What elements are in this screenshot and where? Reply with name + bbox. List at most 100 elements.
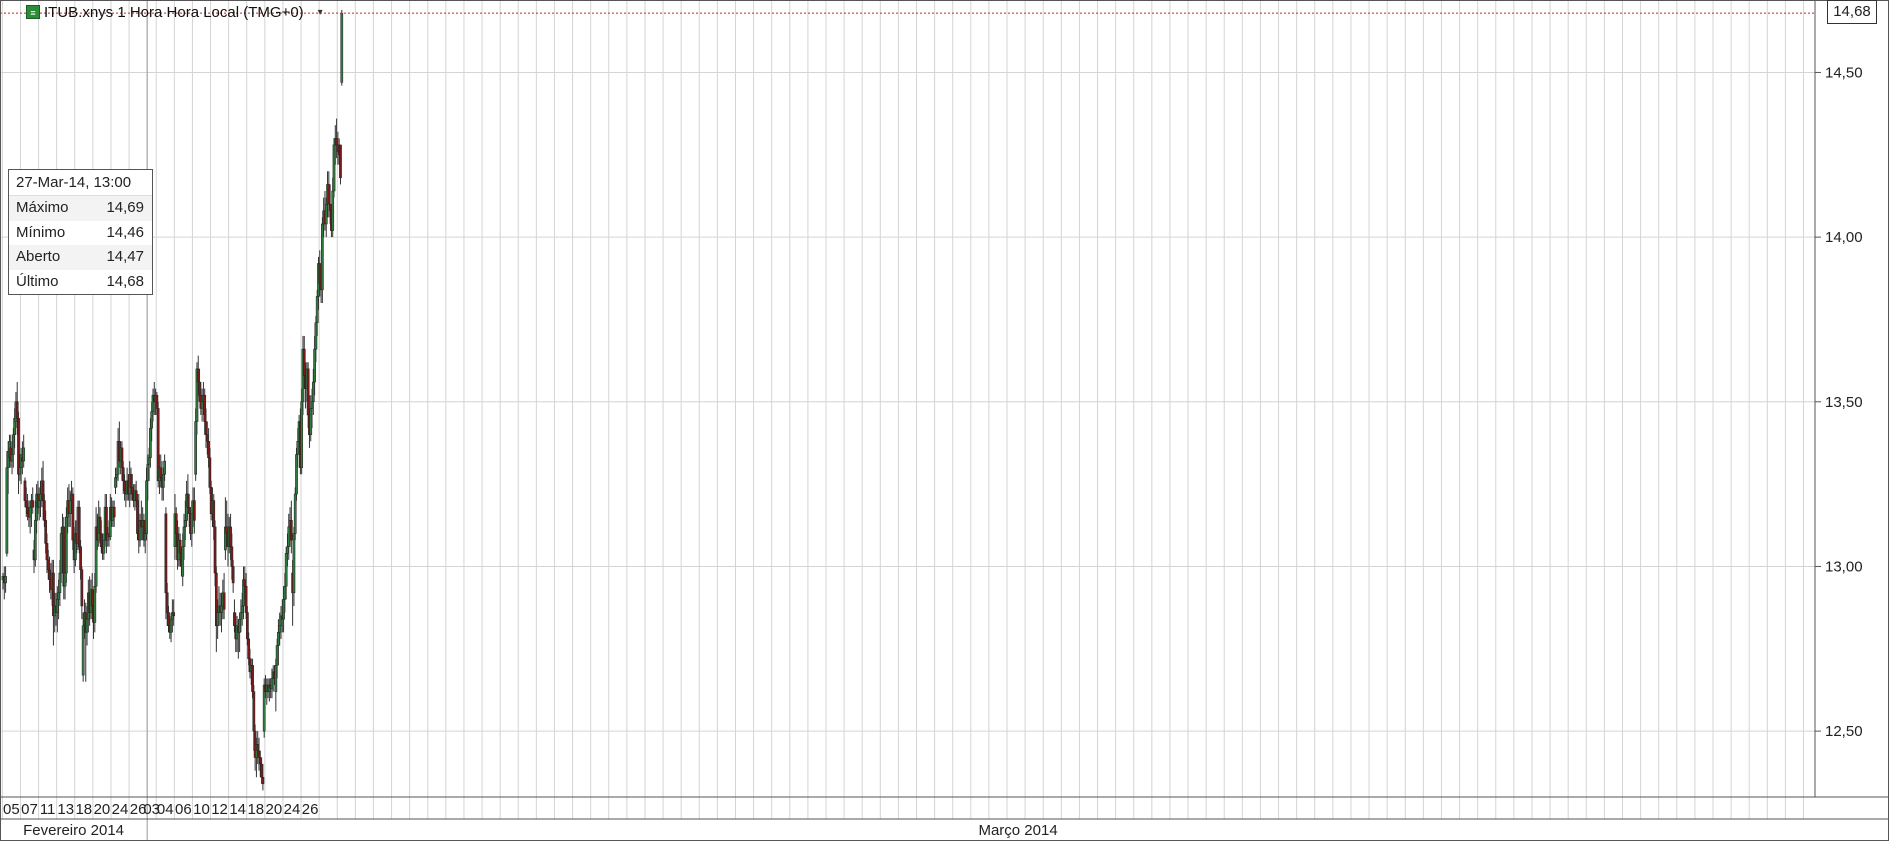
day-tick-label: 18 [75, 801, 92, 818]
day-tick-label: 24 [284, 801, 301, 818]
candle-body-down [164, 513, 168, 594]
info-row-high: Máximo 14,69 [9, 196, 152, 221]
candle-body-up [85, 618, 89, 633]
candle-body-up [68, 500, 72, 515]
candle-body-down [136, 500, 139, 534]
candle-body-down [23, 480, 27, 501]
candle-body-up [262, 684, 266, 732]
candle-body-up [145, 480, 148, 534]
candle-body-up [102, 539, 106, 554]
candle-body-down [198, 381, 201, 396]
candle-body-up [292, 533, 296, 594]
candle-body-down [231, 566, 235, 584]
candle-body-down [213, 526, 217, 574]
candle-body-down [203, 394, 207, 422]
month-label: Fevereiro 2014 [23, 822, 124, 839]
candle-body-up [216, 612, 219, 626]
last-price-badge: 14,68 [1827, 0, 1877, 24]
candle-body-up [286, 546, 289, 554]
day-tick-label: 05 [3, 801, 20, 818]
candle-body-up [183, 520, 187, 528]
info-label: Máximo [16, 199, 69, 216]
y-tick-label: 13,00 [1825, 558, 1863, 575]
candlestick-chart: 12,5013,0013,5014,0014,50 05 07 11 13 18 20 24… [0, 0, 1889, 841]
candle-body-down [15, 401, 19, 419]
candle-body-up [150, 411, 154, 429]
candle-body-up [324, 203, 328, 225]
day-tick-label: 26 [302, 801, 319, 818]
candle-body-up [10, 454, 14, 462]
candle-body-down [252, 691, 256, 732]
candle-body-up [275, 645, 279, 666]
candle-body-down [77, 506, 81, 547]
candle-body-down [155, 394, 159, 409]
candle-body-up [33, 520, 37, 561]
candle-body-down [159, 467, 163, 478]
candle-body-up [59, 533, 63, 574]
candle-body-up [143, 533, 147, 541]
candle-body-down [44, 520, 48, 544]
y-tick-label: 12,50 [1825, 723, 1863, 740]
candle-body-up [63, 572, 67, 587]
candle-body-up [161, 473, 165, 488]
ohlc-info-box: 27-Mar-14, 13:00 Máximo 14,69 Mínimo 14,… [8, 169, 153, 295]
candle-body-up [190, 513, 194, 534]
candle-body-down [90, 589, 94, 607]
candle-body-up [311, 381, 315, 403]
candle-body-up [309, 408, 313, 435]
info-value: 14,46 [106, 223, 144, 241]
day-tick-label: 07 [21, 801, 38, 818]
candle-body-up [55, 599, 59, 613]
day-tick-label: 04 [157, 801, 174, 818]
candle-body-up [283, 585, 287, 600]
day-tick-label: 18 [247, 801, 264, 818]
info-label: Mínimo [16, 223, 66, 241]
info-row-last: Último 14,68 [9, 270, 152, 295]
candle-body-down [257, 750, 261, 758]
chart-title[interactable]: ≡ ITUB.xnys 1 Hora Hora Local (TMG+0) ▾ [26, 2, 323, 22]
candle-body-down [336, 144, 340, 152]
candle-body-up [194, 421, 198, 475]
candle-body-down [233, 612, 236, 626]
candle-body-up [220, 605, 223, 613]
candle-body-down [225, 526, 229, 534]
candle-body-up [39, 493, 42, 501]
day-tick-label: 24 [112, 801, 129, 818]
candle-body-down [246, 612, 249, 640]
candle-body-down [134, 490, 138, 501]
candle-body-down [327, 184, 331, 205]
candle-body-down [31, 500, 35, 508]
candle-body-up [282, 599, 285, 620]
chart-frame [0, 0, 1889, 841]
candle-body-down [318, 263, 322, 284]
candle-body-down [123, 480, 126, 491]
candle-body-up [182, 526, 186, 547]
day-tick-label: 10 [193, 801, 210, 818]
candle-body-up [295, 454, 298, 495]
candle-body-down [186, 493, 190, 508]
month-label: Março 2014 [978, 822, 1057, 839]
candle-body-up [37, 500, 41, 508]
candle-body-down [256, 744, 260, 752]
candle-body-up [313, 348, 316, 383]
info-row-open: Aberto 14,47 [9, 245, 152, 270]
info-value: 14,68 [106, 272, 144, 290]
chevron-down-icon[interactable]: ▾ [318, 7, 323, 18]
day-tick-label: 11 [40, 801, 56, 818]
info-row-low: Mínimo 14,46 [9, 221, 152, 246]
candle-body-up [18, 467, 22, 475]
y-tick-label: 14,00 [1825, 229, 1863, 246]
candle-body-up [340, 12, 344, 83]
candle-body-down [45, 543, 49, 561]
candles [1, 9, 344, 791]
day-tick-label: 12 [211, 801, 228, 818]
candle-body-up [65, 516, 68, 574]
candle-body-down [328, 203, 332, 212]
candle-body-down [178, 539, 182, 554]
candle-body-up [4, 576, 7, 584]
info-value: 14,47 [106, 248, 144, 265]
candle-body-up [287, 526, 291, 547]
candle-body-up [293, 493, 297, 534]
candle-body-up [200, 401, 204, 409]
candle-body-up [239, 612, 243, 620]
